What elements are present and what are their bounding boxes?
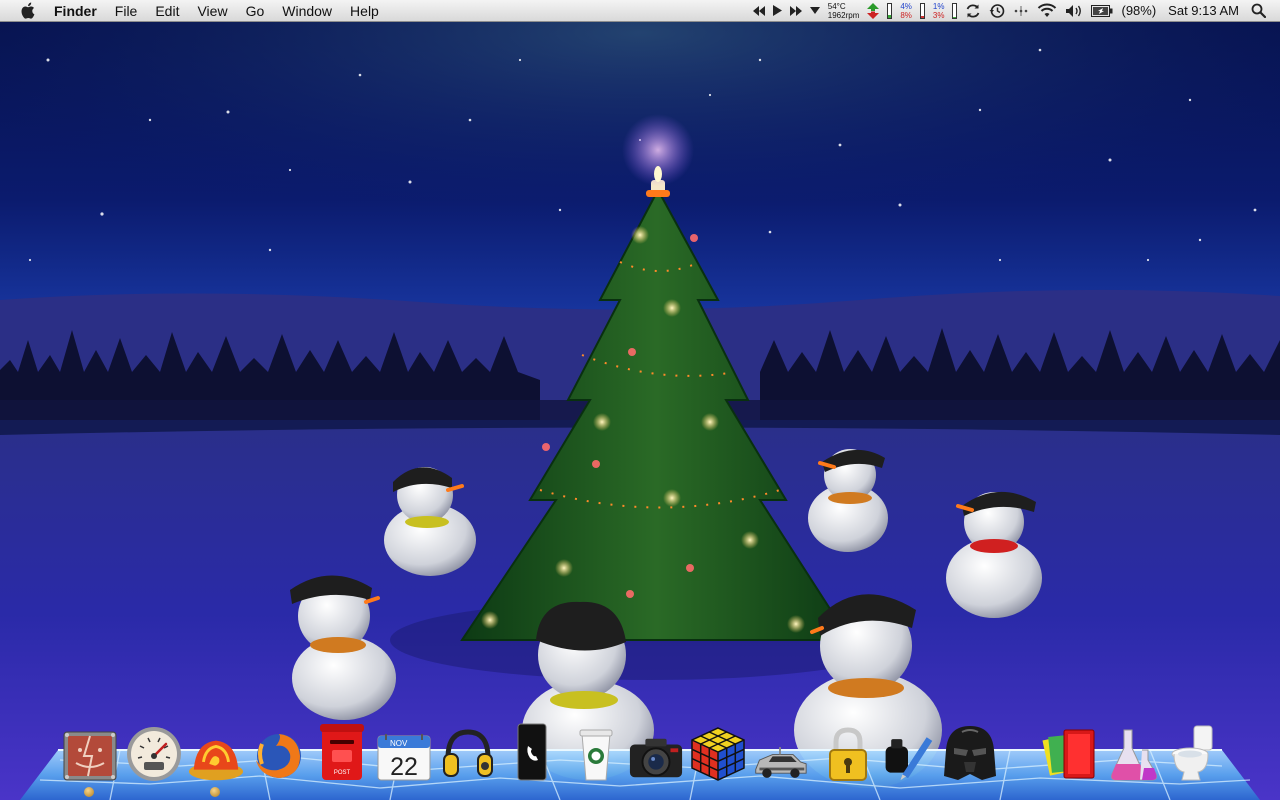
apple-menu-icon[interactable] xyxy=(16,0,38,22)
net-out-readout: 3% xyxy=(932,10,945,20)
menu-edit[interactable]: Edit xyxy=(146,0,188,22)
svg-text:POST: POST xyxy=(334,770,351,776)
running-indicator-safari xyxy=(210,787,220,797)
media-next-icon[interactable] xyxy=(789,0,802,22)
finder-icon xyxy=(63,731,117,781)
net-in-readout: 1% xyxy=(932,1,945,11)
dock-inkwell[interactable] xyxy=(880,722,936,782)
dock-keychain[interactable] xyxy=(820,722,876,782)
menu-bar: Finder File Edit View Go Window Help 54°… xyxy=(0,0,1280,22)
dock-trash[interactable] xyxy=(1166,722,1222,782)
dock: POST NOV 22 xyxy=(0,714,1280,800)
darth-vader-icon xyxy=(944,726,996,780)
media-play-icon[interactable] xyxy=(772,0,782,22)
cpu-user-readout: 4% xyxy=(900,1,912,11)
calendar-icon: NOV 22 xyxy=(377,734,431,781)
dock-finder[interactable] xyxy=(62,722,118,782)
running-indicator-finder xyxy=(84,787,94,797)
cpu-system-readout: 8% xyxy=(900,10,912,20)
menu-view[interactable]: View xyxy=(188,0,236,22)
ink-pen-icon xyxy=(885,737,933,781)
volume-icon[interactable] xyxy=(1065,0,1083,22)
bluetooth-dots-icon[interactable] xyxy=(1013,0,1029,22)
menu-app-name[interactable]: Finder xyxy=(52,0,106,22)
time-machine-icon[interactable] xyxy=(989,0,1005,22)
dock-vader[interactable] xyxy=(942,722,998,782)
menu-help[interactable]: Help xyxy=(341,0,388,22)
spotlight-icon[interactable] xyxy=(1251,0,1266,22)
battery-percent[interactable]: (98%) xyxy=(1121,0,1156,22)
dock-ical[interactable]: NOV 22 xyxy=(376,722,432,782)
clock[interactable]: Sat 9:13 AM xyxy=(1168,0,1239,22)
menu-go[interactable]: Go xyxy=(237,0,274,22)
menu-bar-left: Finder File Edit View Go Window Help xyxy=(0,0,388,22)
desktop[interactable] xyxy=(0,0,1280,800)
dock-dashboard[interactable] xyxy=(126,722,182,782)
dock-documents[interactable] xyxy=(1042,722,1098,782)
dock-coffee[interactable] xyxy=(568,722,624,782)
battery-icon[interactable] xyxy=(1091,0,1113,22)
wifi-icon[interactable] xyxy=(1037,0,1057,22)
dock-itunes[interactable] xyxy=(440,722,496,782)
network-activity-icon[interactable] xyxy=(867,0,880,22)
documents-folder-icon xyxy=(1042,729,1095,779)
dock-chemistry[interactable] xyxy=(1104,722,1160,782)
disk-meter xyxy=(952,0,958,22)
red-postbox-mail-icon: POST xyxy=(320,724,364,780)
dock-delorean[interactable] xyxy=(752,722,808,782)
dock-phone[interactable] xyxy=(504,722,560,782)
rubiks-cube-icon xyxy=(691,727,745,781)
media-previous-icon[interactable] xyxy=(752,0,765,22)
coffee-cup-icon xyxy=(579,729,613,781)
delorean-car-icon xyxy=(755,747,807,778)
temperature-readout: 54°C xyxy=(827,1,846,11)
dock-camera[interactable] xyxy=(628,722,684,782)
dock-safari[interactable] xyxy=(188,722,244,782)
fan-speed-readout: 1962rpm xyxy=(827,10,860,20)
camera-icon xyxy=(629,738,683,778)
calendar-month: NOV xyxy=(390,739,408,748)
network-usage-monitor[interactable]: 1% 3% xyxy=(933,0,945,22)
menu-bar-status: 54°C 1962rpm 4% 8% 1% 3% (98%) Sat 9:13 … xyxy=(749,0,1280,22)
cpu-usage-monitor[interactable]: 4% 8% xyxy=(900,0,912,22)
toilet-trash-icon xyxy=(1171,725,1213,781)
speedometer-dashboard-icon xyxy=(127,727,181,781)
sync-icon[interactable] xyxy=(965,0,981,22)
calendar-day: 22 xyxy=(390,753,418,781)
phone-icon xyxy=(517,723,547,781)
firefox-icon xyxy=(256,734,301,778)
cpu-meter xyxy=(887,0,893,22)
menu-file[interactable]: File xyxy=(106,0,147,22)
fire-helmet-browser-icon xyxy=(188,740,244,781)
headphones-itunes-icon xyxy=(443,729,493,777)
media-dropdown-icon[interactable] xyxy=(809,0,820,22)
temp-fan-monitor[interactable]: 54°C 1962rpm xyxy=(828,0,860,22)
menu-window[interactable]: Window xyxy=(273,0,341,22)
wallpaper xyxy=(0,0,1280,800)
padlock-icon xyxy=(829,727,867,781)
memory-meter xyxy=(919,0,925,22)
dock-rubiks[interactable] xyxy=(690,722,746,782)
chemistry-flask-icon xyxy=(1111,729,1157,781)
dock-mail[interactable]: POST xyxy=(314,722,370,782)
dock-firefox[interactable] xyxy=(250,722,306,782)
